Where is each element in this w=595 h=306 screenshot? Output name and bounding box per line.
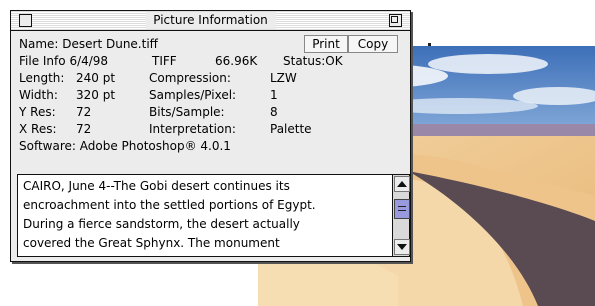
bits-value: 8 <box>270 105 278 119</box>
name-line: Name: Desert Dune.tiff <box>19 37 158 51</box>
compression-value: LZW <box>270 71 297 85</box>
file-date: 6/4/98 <box>69 54 109 68</box>
software-line: Software: Adobe Photoshop® 4.0.1 <box>19 139 231 153</box>
xres-value: 72 <box>76 122 92 136</box>
yres-label: Y Res: <box>19 105 56 119</box>
file-type: TIFF <box>152 54 177 68</box>
width-value: 320 pt <box>76 88 116 102</box>
scroll-thumb[interactable] <box>394 199 410 219</box>
description-line: During a fierce sandstorm, the desert ac… <box>23 217 300 231</box>
picture-information-window: Picture Information Print Copy Name: Des… <box>10 10 411 262</box>
xres-label: X Res: <box>19 122 57 136</box>
interpretation-label: Interpretation: <box>149 122 236 136</box>
width-label: Width: <box>19 88 58 102</box>
file-status: Status:OK <box>283 54 343 68</box>
window-title: Picture Information <box>145 12 276 29</box>
description-line: CAIRO, June 4--The Gobi desert continues… <box>23 179 290 193</box>
yres-value: 72 <box>76 105 92 119</box>
description-text[interactable]: CAIRO, June 4--The Gobi desert continues… <box>23 177 389 253</box>
bits-label: Bits/Sample: <box>149 105 225 119</box>
scroll-down-arrow-icon[interactable] <box>394 239 410 255</box>
length-label: Length: <box>19 71 65 85</box>
window-titlebar[interactable]: Picture Information <box>11 11 410 31</box>
description-scrollbar[interactable] <box>392 175 410 256</box>
compression-label: Compression: <box>149 71 231 85</box>
file-info-label: File Info <box>19 54 66 68</box>
photo-speck <box>428 43 431 46</box>
print-button[interactable]: Print <box>304 35 348 53</box>
description-line: covered the Great Sphynx. The monument <box>23 236 280 250</box>
close-box-icon[interactable] <box>19 14 32 27</box>
scroll-up-arrow-icon[interactable] <box>394 176 410 192</box>
samples-value: 1 <box>270 88 278 102</box>
description-textbox[interactable]: CAIRO, June 4--The Gobi desert continues… <box>17 174 410 257</box>
length-value: 240 pt <box>76 71 116 85</box>
description-line: encroachment into the settled portions o… <box>23 198 316 212</box>
samples-label: Samples/Pixel: <box>149 88 237 102</box>
zoom-box-icon[interactable] <box>389 14 402 27</box>
copy-button[interactable]: Copy <box>348 35 398 53</box>
file-size: 66.96K <box>215 54 258 68</box>
file-info-line: File Info 6/4/98 <box>19 53 108 71</box>
interpretation-value: Palette <box>270 122 312 136</box>
